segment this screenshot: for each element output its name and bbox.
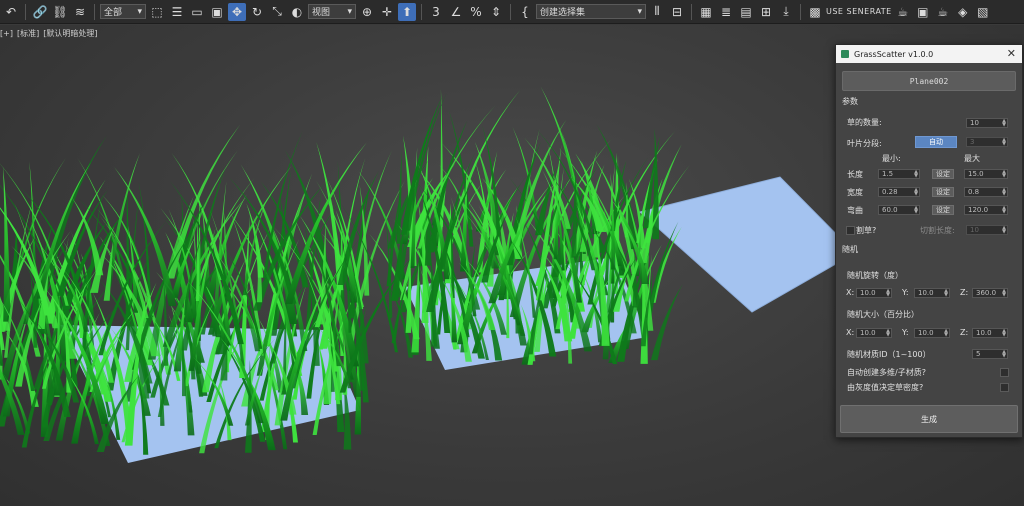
size-y-spinner[interactable]: 10.0 ▲ ▼ — [914, 328, 950, 338]
density-from-gray-label: 由灰度值决定草密度? — [847, 383, 924, 392]
keyboard-shortcut-icon[interactable]: ⬆ — [398, 2, 416, 21]
size-z-label: Z: — [960, 328, 969, 337]
min-header: 最小: — [882, 154, 901, 163]
percent-snap-icon[interactable]: % — [467, 3, 485, 21]
rot-y-spinner[interactable]: 10.0 ▲ ▼ — [914, 288, 950, 298]
size-z-spinner[interactable]: 10.0 ▲ ▼ — [972, 328, 1008, 338]
app-icon — [841, 50, 849, 58]
render-online-icon[interactable]: ◈ — [954, 3, 972, 21]
random-rotation-label: 随机旋转（度） — [847, 271, 903, 280]
render-extra-icon[interactable]: ▧ — [974, 3, 992, 21]
generate-button[interactable]: 生成 — [840, 405, 1018, 433]
rect-selection-icon[interactable]: ▭ — [188, 3, 206, 21]
grass-count-label: 草的数量: — [847, 118, 882, 127]
pivot-center-icon[interactable]: ⊕ — [358, 3, 376, 21]
select-by-name-icon[interactable]: ☰ — [168, 3, 186, 21]
close-icon[interactable]: ✕ — [1007, 47, 1016, 60]
placement-icon[interactable]: ◐ — [288, 3, 306, 21]
layer-explorer-icon[interactable]: ≣ — [717, 3, 735, 21]
window-crossing-icon[interactable]: ▣ — [208, 3, 226, 21]
named-selection-set-select[interactable]: 创建选择集 ▾ — [536, 4, 646, 19]
toolbar-divider — [421, 3, 422, 20]
bend-set-button[interactable]: 设定 — [932, 205, 954, 215]
mirror-icon[interactable]: ⫴ — [648, 3, 666, 21]
length-max-spinner[interactable]: 15.0 ▲ ▼ — [964, 169, 1008, 179]
rot-x-spinner[interactable]: 10.0 ▲ ▼ — [856, 288, 892, 298]
random-material-label: 随机材质ID（1~100） — [847, 350, 931, 359]
cut-grass-label: 割草? — [856, 226, 877, 235]
snap-3d-icon[interactable]: 3 — [427, 3, 445, 21]
undo-icon[interactable]: ↶ — [2, 3, 20, 21]
toolbar-divider — [691, 3, 692, 20]
length-label: 长度 — [847, 170, 863, 179]
auto-multisub-label: 自动创建多维/子材质? — [847, 368, 926, 377]
cut-grass-checkbox[interactable] — [846, 226, 855, 235]
bind-spacewarp-icon[interactable]: ≋ — [71, 3, 89, 21]
edit-named-selection-icon[interactable]: { — [516, 3, 534, 21]
render-production-icon[interactable]: ☕ — [934, 3, 952, 21]
grass-count-spinner[interactable]: 10 ▲ ▼ — [966, 118, 1008, 128]
max-header: 最大 — [964, 154, 980, 163]
width-min-spinner[interactable]: 0.28 ▲ ▼ — [878, 187, 920, 197]
toolbar-divider — [25, 3, 26, 20]
width-set-button[interactable]: 设定 — [932, 187, 954, 197]
curve-editor-icon[interactable]: ⊞ — [757, 3, 775, 21]
grass-blade — [2, 166, 11, 322]
section-params-heading: 参数 — [842, 97, 858, 106]
align-icon[interactable]: ⊟ — [668, 3, 686, 21]
toolbar-divider — [800, 3, 801, 20]
rot-x-label: X: — [846, 288, 855, 297]
size-x-spinner[interactable]: 10.0 ▲ ▼ — [856, 328, 892, 338]
unlink-icon[interactable]: ⛓ — [51, 3, 69, 21]
size-x-label: X: — [846, 328, 855, 337]
render-setup-icon[interactable]: ☕ — [894, 3, 912, 21]
bend-min-spinner[interactable]: 60.0 ▲ ▼ — [878, 205, 920, 215]
toolbar-divider — [94, 3, 95, 20]
rot-z-label: Z: — [960, 288, 969, 297]
angle-snap-icon[interactable]: ∠ — [447, 3, 465, 21]
dialog-titlebar[interactable]: GrassScatter v1.0.0 ✕ — [836, 45, 1022, 63]
move-icon[interactable]: ✥ — [228, 2, 246, 21]
density-from-gray-checkbox[interactable] — [1000, 383, 1009, 392]
scene-explorer-icon[interactable]: ▦ — [697, 3, 715, 21]
width-max-spinner[interactable]: 0.8 ▲ ▼ — [964, 187, 1008, 197]
length-min-spinner[interactable]: 1.5 ▲ ▼ — [878, 169, 920, 179]
width-label: 宽度 — [847, 188, 863, 197]
leaf-segments-spinner[interactable]: 3 ▲ ▼ — [966, 137, 1008, 147]
leaf-segments-label: 叶片分段: — [847, 139, 882, 148]
pick-object-button[interactable]: Plane002 — [842, 71, 1016, 91]
random-size-label: 随机大小（百分比） — [847, 310, 919, 319]
rotate-icon[interactable]: ↻ — [248, 3, 266, 21]
schematic-view-icon[interactable]: ⤓ — [777, 3, 795, 21]
rot-z-spinner[interactable]: 360.0 ▲ ▼ — [972, 288, 1008, 298]
random-material-spinner[interactable]: 5 ▲ ▼ — [972, 349, 1008, 359]
dialog-title: GrassScatter v1.0.0 — [854, 49, 934, 59]
cut-length-spinner[interactable]: 10 ▲ ▼ — [966, 225, 1008, 235]
toolbar-plugin-text[interactable]: USE SENERATE — [826, 7, 892, 16]
selection-filter-select[interactable]: 全部 ▾ — [100, 4, 146, 19]
material-editor-icon[interactable]: ▩ — [806, 3, 824, 21]
link-icon[interactable]: 🔗 — [31, 3, 49, 21]
ribbon-icon[interactable]: ▤ — [737, 3, 755, 21]
size-y-label: Y: — [902, 328, 909, 337]
auto-segments-button[interactable]: 自动 — [915, 136, 957, 148]
scale-icon[interactable]: ⤡ — [268, 3, 286, 21]
select-object-icon[interactable]: ⬚ — [148, 3, 166, 21]
bend-max-spinner[interactable]: 120.0 ▲ ▼ — [964, 205, 1008, 215]
auto-multisub-checkbox[interactable] — [1000, 368, 1009, 377]
bend-label: 弯曲 — [847, 206, 863, 215]
grass-blade — [405, 249, 412, 333]
select-manipulate-icon[interactable]: ✛ — [378, 3, 396, 21]
length-set-button[interactable]: 设定 — [932, 169, 954, 179]
section-random-heading: 随机 — [842, 245, 858, 254]
toolbar-divider — [510, 3, 511, 20]
rot-y-label: Y: — [902, 288, 909, 297]
spinner-snap-icon[interactable]: ⇕ — [487, 3, 505, 21]
grassscatter-dialog: GrassScatter v1.0.0 ✕ Plane002 参数 草的数量: … — [835, 44, 1023, 438]
reference-coord-select[interactable]: 视图 ▾ — [308, 4, 356, 19]
rendered-frame-icon[interactable]: ▣ — [914, 3, 932, 21]
cut-length-label: 切割长度: — [920, 226, 955, 235]
main-toolbar: ↶ 🔗 ⛓ ≋ 全部 ▾ ⬚ ☰ ▭ ▣ ✥ ↻ ⤡ ◐ 视图 ▾ ⊕ ✛ ⬆ 3 … — [0, 0, 1024, 24]
